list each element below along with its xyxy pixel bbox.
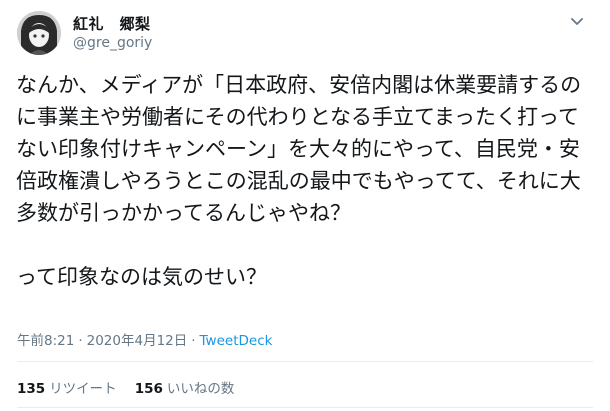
author-display-name[interactable]: 紅礼 郷梨 <box>73 13 151 34</box>
retweets-stat[interactable]: 135 リツイート <box>17 381 117 397</box>
divider <box>17 361 593 362</box>
meta-separator: · <box>78 333 83 349</box>
tweet-date[interactable]: 2020年4月12日 <box>87 333 188 349</box>
author-handle[interactable]: @gre_goriy <box>73 35 152 51</box>
likes-count: 156 <box>134 381 163 397</box>
tweet-text: なんか、メディアが「日本政府、安倍内閣は休業要請するのに事業主や労働者にその代わ… <box>16 73 582 289</box>
meta-separator: · <box>191 333 196 349</box>
tweet-stats: 135 リツイート 156 いいねの数 <box>17 377 234 397</box>
retweets-count: 135 <box>17 381 46 397</box>
tweet-card: 紅礼 郷梨 @gre_goriy なんか、メディアが「日本政府、安倍内閣は休業要… <box>0 0 610 411</box>
tweet-metadata: 午前8:21 · 2020年4月12日 · TweetDeck <box>17 329 272 349</box>
tweet-source-link[interactable]: TweetDeck <box>200 333 273 349</box>
likes-stat[interactable]: 156 いいねの数 <box>135 381 235 397</box>
divider <box>17 407 593 408</box>
avatar-image <box>17 11 61 55</box>
avatar[interactable] <box>17 11 61 55</box>
likes-label: いいねの数 <box>166 381 235 397</box>
retweets-label: リツイート <box>49 381 117 397</box>
tweet-time[interactable]: 午前8:21 <box>17 333 74 349</box>
chevron-down-icon[interactable] <box>566 10 588 32</box>
